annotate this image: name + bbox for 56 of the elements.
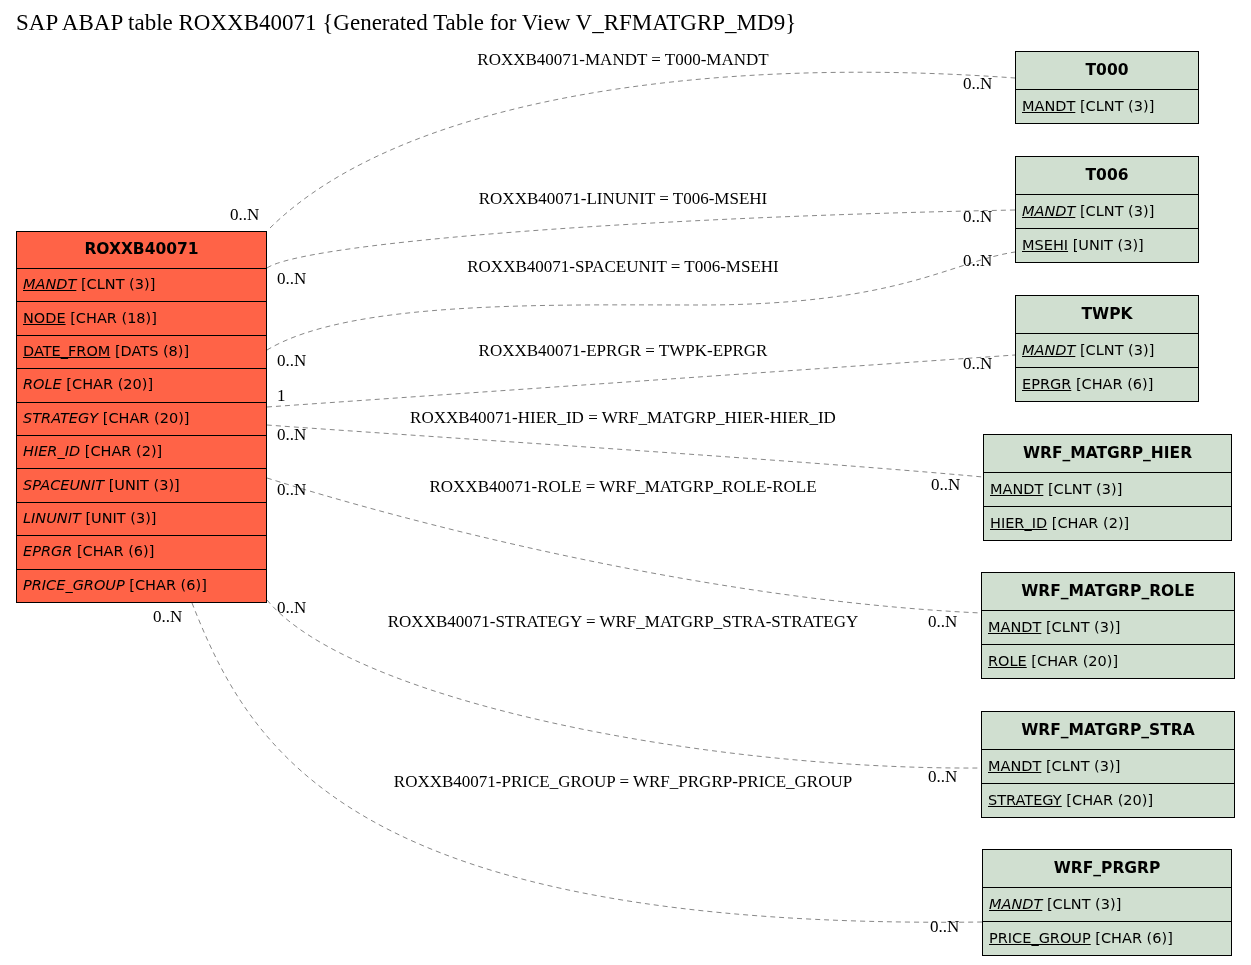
cardinality-label: 0..N xyxy=(230,205,260,225)
relation-label: ROXXB40071-STRATEGY = WRF_MATGRP_STRA-STRATEGY xyxy=(387,612,859,632)
table-name: T006 xyxy=(1084,164,1130,186)
table-field: MANDT [CLNT (3)] xyxy=(1016,89,1198,123)
table-name: ROXXB40071 xyxy=(83,239,200,261)
cardinality-label: 1 xyxy=(277,386,286,406)
table-field: MSEHI [UNIT (3)] xyxy=(1016,228,1198,262)
table-field: PRICE_GROUP [CHAR (6)] xyxy=(983,921,1231,955)
table-field: MANDT [CLNT (3)] xyxy=(1016,194,1198,228)
table-field: EPRGR [CHAR (6)] xyxy=(17,535,266,569)
cardinality-label: 0..N xyxy=(963,74,993,94)
table-field: STRATEGY [CHAR (20)] xyxy=(982,783,1234,817)
cardinality-label: 0..N xyxy=(277,425,307,445)
table-field: HIER_ID [CHAR (2)] xyxy=(17,434,266,469)
table-field: DATE_FROM [DATS (8)] xyxy=(17,334,266,369)
cardinality-label: 0..N xyxy=(277,269,307,289)
table-field: PRICE_GROUP [CHAR (6)] xyxy=(17,568,266,602)
relation-label: ROXXB40071-HIER_ID = WRF_MATGRP_HIER-HIER_ID xyxy=(410,408,836,428)
table-field: HIER_ID [CHAR (2)] xyxy=(984,506,1231,540)
table-field: SPACEUNIT [UNIT (3)] xyxy=(17,468,266,502)
table-field: LINUNIT [UNIT (3)] xyxy=(17,501,266,536)
cardinality-label: 0..N xyxy=(963,354,993,374)
table-name: WRF_MATGRP_HIER xyxy=(1021,442,1194,464)
table-field: ROLE [CHAR (20)] xyxy=(982,644,1234,678)
cardinality-label: 0..N xyxy=(277,480,307,500)
table-name: WRF_PRGRP xyxy=(1052,857,1162,879)
table-field: MANDT [CLNT (3)] xyxy=(984,472,1231,506)
table-name: WRF_MATGRP_STRA xyxy=(1020,719,1196,741)
relation-label: ROXXB40071-SPACEUNIT = T006-MSEHI xyxy=(467,257,779,277)
table-field: MANDT [CLNT (3)] xyxy=(982,610,1234,644)
relation-label: ROXXB40071-ROLE = WRF_MATGRP_ROLE-ROLE xyxy=(429,477,817,497)
diagram-title: SAP ABAP table ROXXB40071 {Generated Table for View V_RFMATGRP_MD9} xyxy=(16,9,797,37)
table-field: STRATEGY [CHAR (20)] xyxy=(17,401,266,435)
cardinality-label: 0..N xyxy=(153,607,183,627)
cardinality-label: 0..N xyxy=(928,612,958,632)
cardinality-label: 0..N xyxy=(930,917,960,937)
table-field: NODE [CHAR (18)] xyxy=(17,301,266,335)
relation-label: ROXXB40071-PRICE_GROUP = WRF_PRGRP-PRICE_GROUP xyxy=(393,772,853,792)
table-field: MANDT [CLNT (3)] xyxy=(983,887,1231,921)
table-field: MANDT [CLNT (3)] xyxy=(982,749,1234,783)
cardinality-label: 0..N xyxy=(277,351,307,371)
table-name: WRF_MATGRP_ROLE xyxy=(1020,580,1196,602)
relation-label: ROXXB40071-LINUNIT = T006-MSEHI xyxy=(478,189,768,209)
table-name: T000 xyxy=(1084,59,1130,81)
table-field: EPRGR [CHAR (6)] xyxy=(1016,367,1198,401)
table-field: MANDT [CLNT (3)] xyxy=(1016,333,1198,367)
table-field: MANDT [CLNT (3)] xyxy=(17,268,266,302)
cardinality-label: 0..N xyxy=(277,598,307,618)
relation-label: ROXXB40071-MANDT = T000-MANDT xyxy=(477,50,769,70)
relation-label: ROXXB40071-EPRGR = TWPK-EPRGR xyxy=(478,341,768,361)
table-field: ROLE [CHAR (20)] xyxy=(17,368,266,402)
table-name: TWPK xyxy=(1080,303,1134,325)
cardinality-label: 0..N xyxy=(963,207,993,227)
cardinality-label: 0..N xyxy=(963,251,993,271)
cardinality-label: 0..N xyxy=(928,767,958,787)
cardinality-label: 0..N xyxy=(931,475,961,495)
